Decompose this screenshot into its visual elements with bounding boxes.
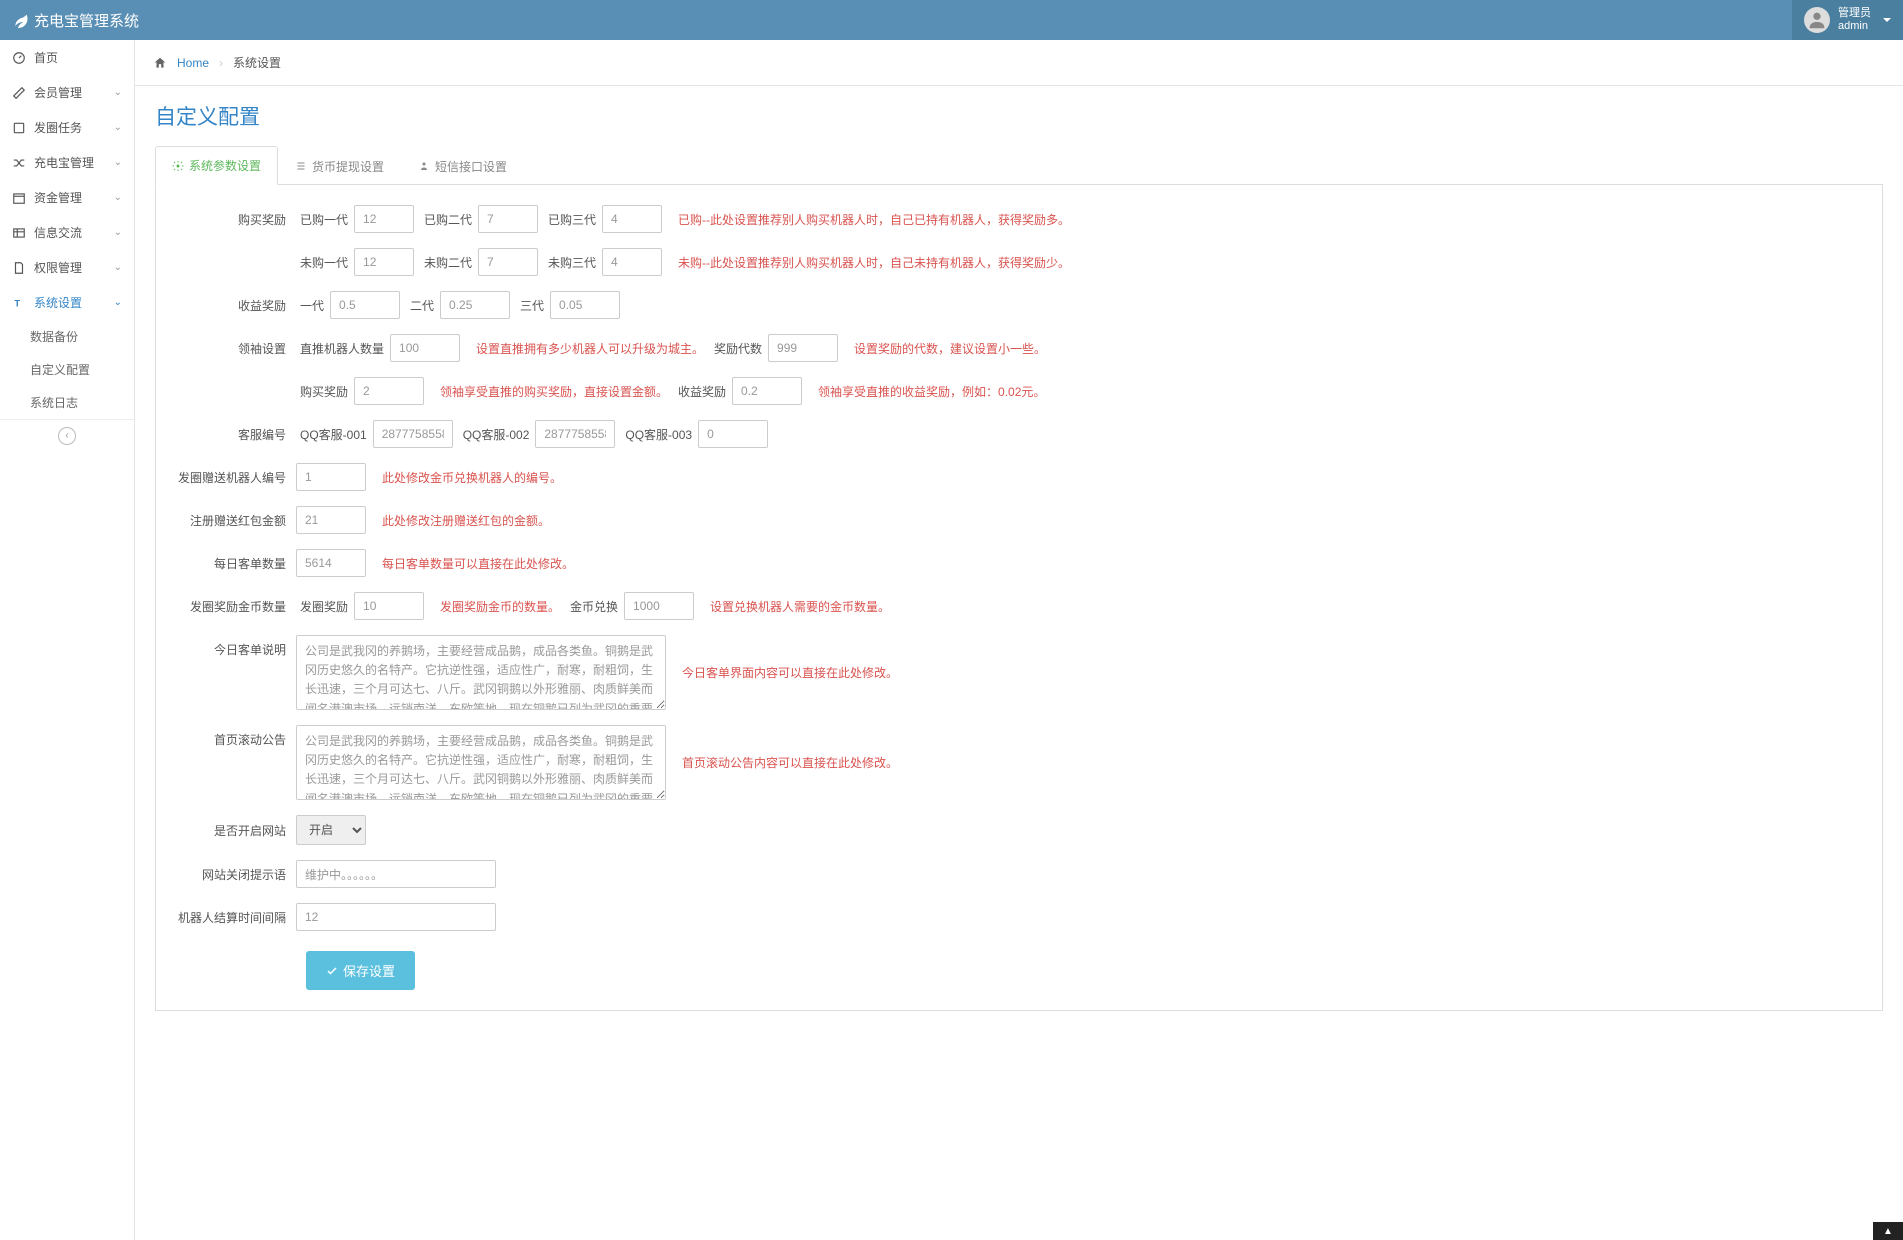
- dashboard-icon: [12, 51, 26, 65]
- chevron-down-icon: [1883, 18, 1891, 22]
- label-leader: 领袖设置: [166, 340, 296, 357]
- input-gold-exchange[interactable]: [624, 592, 694, 620]
- input-today-desc[interactable]: [296, 635, 666, 710]
- label-buy-reward: 购买奖励: [166, 211, 296, 228]
- check-icon: [326, 965, 338, 977]
- sub-custom[interactable]: 自定义配置: [0, 353, 134, 386]
- breadcrumb-current: 系统设置: [233, 54, 281, 71]
- sidebar: 首页 会员管理⌄ 发圈任务⌄ 充电宝管理⌄ 资金管理⌄ 信息交流⌄ 权限管理⌄ …: [0, 40, 135, 1240]
- collapse-sidebar[interactable]: ‹: [0, 419, 134, 451]
- nav-home[interactable]: 首页: [0, 40, 134, 75]
- input-income-3[interactable]: [550, 291, 620, 319]
- input-reg-red[interactable]: [296, 506, 366, 534]
- input-daily-order[interactable]: [296, 549, 366, 577]
- hint-unbought: 未购--此处设置推荐别人购买机器人时，自己未持有机器人，获得奖励少。: [678, 254, 1070, 271]
- home-icon: [153, 56, 167, 70]
- input-bought-1[interactable]: [354, 205, 414, 233]
- label-close-tip: 网站关闭提示语: [166, 866, 296, 883]
- input-qq-1[interactable]: [373, 420, 453, 448]
- sub-log[interactable]: 系统日志: [0, 386, 134, 419]
- header-brand: 充电宝管理系统: [12, 10, 139, 31]
- label-site-open: 是否开启网站: [166, 822, 296, 839]
- nav-member[interactable]: 会员管理⌄: [0, 75, 134, 110]
- input-qq-2[interactable]: [535, 420, 615, 448]
- input-home-notice[interactable]: [296, 725, 666, 800]
- text-icon: T: [12, 296, 26, 310]
- header: 充电宝管理系统 管理员 admin: [0, 0, 1903, 40]
- edit-icon: [12, 86, 26, 100]
- table-icon: [12, 226, 26, 240]
- input-leader-buy[interactable]: [354, 377, 424, 405]
- input-income-1[interactable]: [330, 291, 400, 319]
- select-site-open[interactable]: 开启: [296, 815, 366, 845]
- input-circle-reward[interactable]: [354, 592, 424, 620]
- form-area: 购买奖励 已购一代 已购二代 已购三代 已购--此处设置推荐别人购买机器人时，自…: [155, 185, 1883, 1011]
- label-daily-order: 每日客单数量: [166, 555, 296, 572]
- page-title: 自定义配置: [155, 101, 1883, 131]
- input-leader-robots[interactable]: [390, 334, 460, 362]
- label-reg-red: 注册赠送红包金额: [166, 512, 296, 529]
- tab-currency[interactable]: 货币提现设置: [278, 146, 401, 185]
- nav-fund[interactable]: 资金管理⌄: [0, 180, 134, 215]
- label-today-desc: 今日客单说明: [166, 635, 296, 658]
- svg-text:T: T: [14, 298, 20, 308]
- user-menu[interactable]: 管理员 admin: [1792, 0, 1903, 40]
- save-button[interactable]: 保存设置: [306, 951, 415, 990]
- input-close-tip[interactable]: [296, 860, 496, 888]
- book-icon: [12, 121, 26, 135]
- scroll-top-button[interactable]: ▲: [1873, 1222, 1903, 1240]
- label-settle-time: 机器人结算时间间隔: [166, 909, 296, 926]
- input-leader-income[interactable]: [732, 377, 802, 405]
- cogs-icon: [172, 160, 184, 172]
- chevron-down-icon: ⌄: [114, 87, 122, 98]
- input-bought-2[interactable]: [478, 205, 538, 233]
- label-qq: 客服编号: [166, 426, 296, 443]
- calendar-icon: [12, 191, 26, 205]
- hint-bought: 已购--此处设置推荐别人购买机器人时，自己已持有机器人，获得奖励多。: [678, 211, 1070, 228]
- list-icon: [295, 160, 307, 172]
- label-circle-gold: 发圈奖励金币数量: [166, 598, 296, 615]
- nav-charger[interactable]: 充电宝管理⌄: [0, 145, 134, 180]
- tab-sms[interactable]: 短信接口设置: [401, 146, 524, 185]
- file-icon: [12, 261, 26, 275]
- input-bought-3[interactable]: [602, 205, 662, 233]
- label-income: 收益奖励: [166, 297, 296, 314]
- sub-backup[interactable]: 数据备份: [0, 320, 134, 353]
- input-income-2[interactable]: [440, 291, 510, 319]
- user-icon: [418, 160, 430, 172]
- tabs: 系统参数设置 货币提现设置 短信接口设置: [155, 146, 1883, 185]
- app-title: 充电宝管理系统: [34, 10, 139, 31]
- input-unbought-3[interactable]: [602, 248, 662, 276]
- breadcrumb-home[interactable]: Home: [177, 56, 209, 70]
- nav-info[interactable]: 信息交流⌄: [0, 215, 134, 250]
- shuffle-icon: [12, 156, 26, 170]
- input-leader-gen[interactable]: [768, 334, 838, 362]
- breadcrumb: Home › 系统设置: [135, 40, 1903, 86]
- input-settle-time[interactable]: [296, 903, 496, 931]
- user-info: 管理员 admin: [1838, 7, 1871, 33]
- nav-perm[interactable]: 权限管理⌄: [0, 250, 134, 285]
- tab-system[interactable]: 系统参数设置: [155, 146, 278, 185]
- label-circle-robot: 发圈赠送机器人编号: [166, 469, 296, 486]
- main-content: Home › 系统设置 自定义配置 系统参数设置 货币提现设置 短信接口设置 购…: [135, 40, 1903, 1240]
- input-unbought-1[interactable]: [354, 248, 414, 276]
- nav-settings[interactable]: T系统设置⌄: [0, 285, 134, 320]
- input-unbought-2[interactable]: [478, 248, 538, 276]
- nav-circle[interactable]: 发圈任务⌄: [0, 110, 134, 145]
- input-qq-3[interactable]: [698, 420, 768, 448]
- leaf-icon: [12, 12, 28, 28]
- label-home-notice: 首页滚动公告: [166, 725, 296, 748]
- input-circle-robot[interactable]: [296, 463, 366, 491]
- avatar: [1804, 7, 1830, 33]
